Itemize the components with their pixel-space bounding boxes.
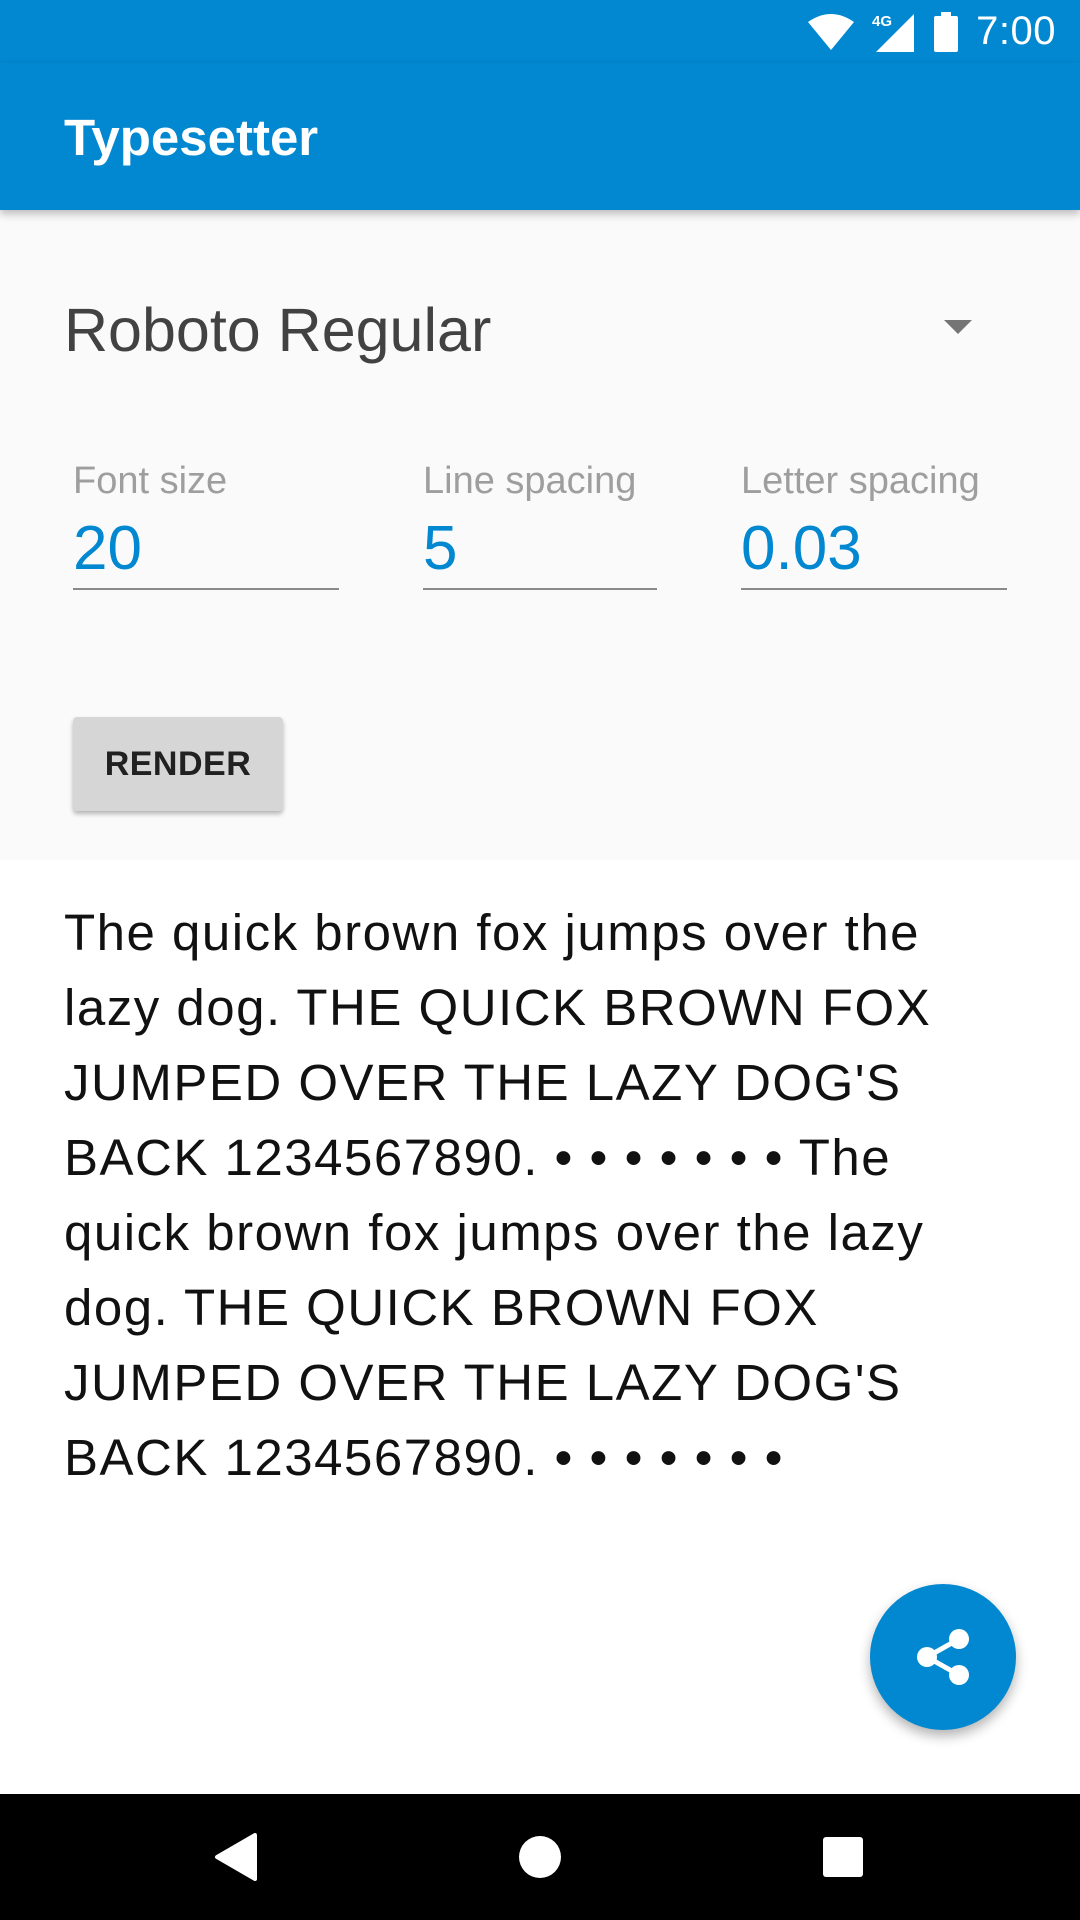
cell-signal-icon: 4G	[872, 13, 915, 52]
home-button[interactable]	[477, 1794, 603, 1920]
dropdown-arrow-icon	[944, 320, 972, 334]
wifi-icon	[808, 13, 855, 50]
line-spacing-label: Line spacing	[423, 460, 637, 502]
status-bar: 4G 7:00	[0, 0, 1080, 63]
font-size-label: Font size	[73, 460, 228, 502]
app-title: Typesetter	[64, 109, 319, 166]
screen: 4G 7:00 Typesetter Roboto Regular Font s…	[0, 0, 1080, 1920]
share-button[interactable]	[870, 1584, 1016, 1730]
font-selector-value: Roboto Regular	[64, 296, 492, 364]
controls-panel: Roboto Regular Font size Line spacing Le…	[0, 210, 1080, 860]
home-icon	[519, 1836, 561, 1878]
font-size-field: Font size	[73, 460, 339, 620]
status-icons: 4G 7:00	[808, 0, 1056, 63]
font-selector[interactable]: Roboto Regular	[64, 280, 984, 380]
letter-spacing-label: Letter spacing	[741, 460, 980, 502]
app-bar: Typesetter	[0, 63, 1080, 210]
preview-text: The quick brown fox jumps over the lazy …	[64, 904, 932, 1486]
back-icon	[215, 1833, 257, 1881]
letter-spacing-field: Letter spacing	[741, 460, 1007, 620]
render-button[interactable]: RENDER	[73, 717, 283, 811]
status-time: 7:00	[976, 9, 1056, 53]
back-button[interactable]	[172, 1794, 298, 1920]
battery-icon	[934, 11, 959, 52]
line-spacing-field: Line spacing	[423, 460, 657, 620]
navigation-bar	[0, 1794, 1080, 1920]
network-type-label: 4G	[872, 13, 892, 30]
font-size-input[interactable]	[73, 508, 339, 590]
line-spacing-input[interactable]	[423, 508, 657, 590]
letter-spacing-input[interactable]	[741, 508, 1007, 590]
share-icon	[917, 1629, 969, 1685]
recents-button[interactable]	[780, 1794, 906, 1920]
recents-icon	[823, 1837, 863, 1877]
